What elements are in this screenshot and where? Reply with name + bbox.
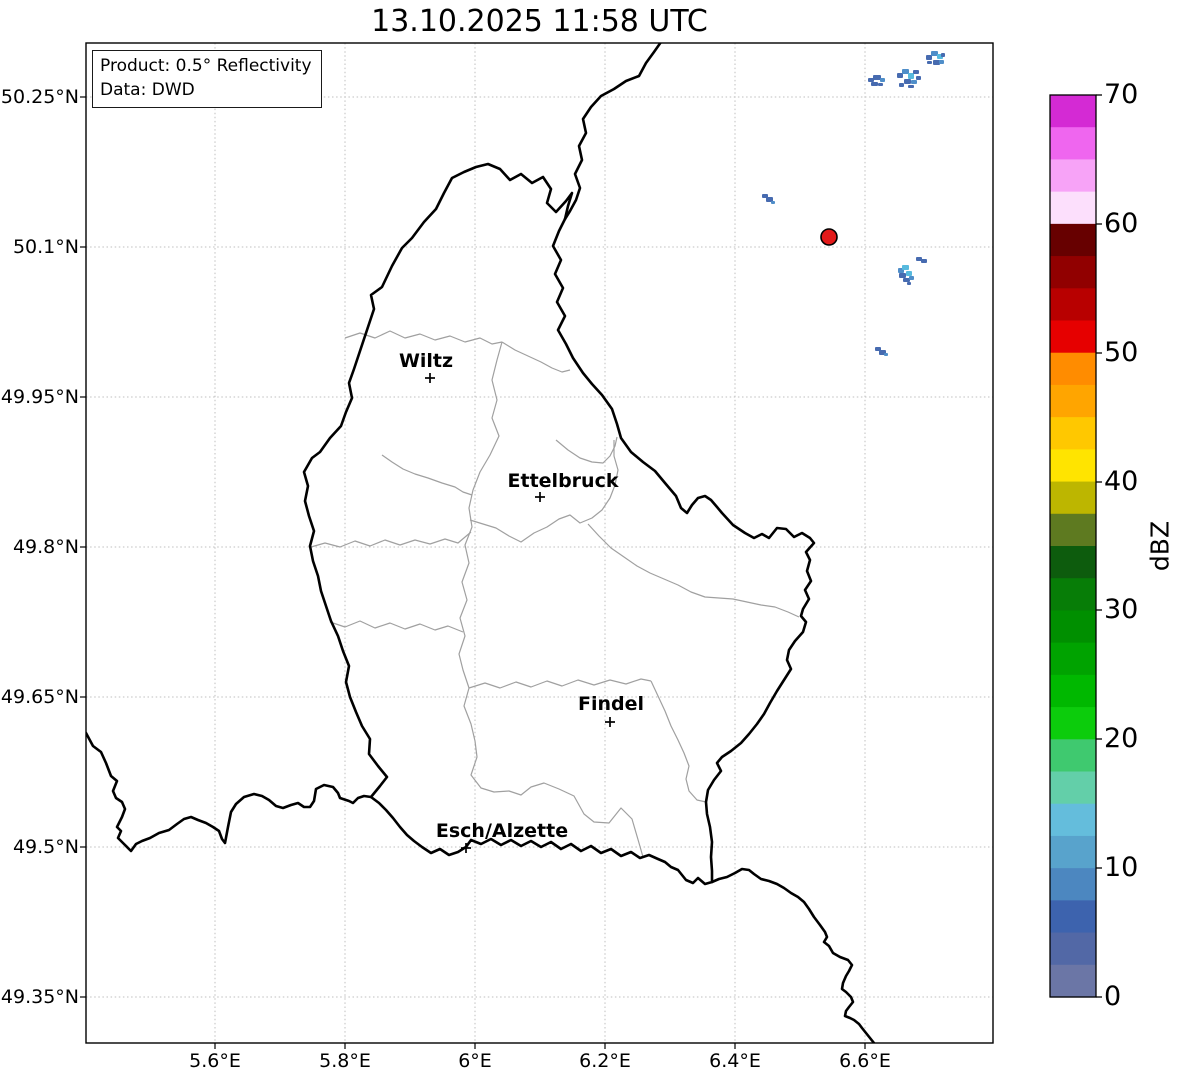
radar-echo (908, 85, 914, 88)
colorbar-segment (1050, 288, 1096, 322)
radar-echo (909, 276, 914, 280)
radar-echo (902, 69, 909, 74)
country-border (710, 867, 876, 1043)
colorbar-segment (1050, 707, 1096, 740)
radar-figure: 13.10.2025 11:58 UTC Product: 0.5° Refle… (0, 0, 1184, 1081)
colorbar-segment (1050, 159, 1096, 193)
figure-title: 13.10.2025 11:58 UTC (371, 4, 708, 39)
radar-echo (933, 60, 940, 65)
colorbar-segment (1050, 964, 1096, 998)
colorbar-unit-label: dBZ (1145, 520, 1175, 572)
radar-echo (906, 271, 912, 276)
canton-border (501, 341, 571, 373)
canton-border (468, 678, 652, 689)
colorbar-segment (1050, 256, 1096, 289)
radar-echo (884, 353, 888, 356)
radar-echo (897, 73, 903, 78)
colorbar-segment (1050, 513, 1096, 547)
colorbar-segment (1050, 191, 1096, 225)
radar-echo (907, 282, 911, 285)
plot-frame (85, 42, 994, 1044)
colorbar-segment (1050, 900, 1096, 934)
colorbar-segment (1050, 771, 1096, 805)
radar-echo (911, 80, 917, 84)
figure-canvas (80, 42, 1102, 1049)
colorbar-segment (1050, 835, 1096, 869)
colorbar-segment (1050, 95, 1096, 128)
red-marker (820, 228, 838, 246)
colorbar-segment (1050, 449, 1096, 483)
colorbar-segment (1050, 578, 1096, 612)
radar-echo (916, 76, 921, 80)
radar-echo (941, 53, 945, 57)
radar-echo (939, 60, 944, 64)
radar-echo (899, 83, 904, 87)
colorbar-segment (1050, 739, 1096, 773)
radar-echo (904, 79, 911, 84)
radar-echo (880, 78, 885, 82)
colorbar-segment (1050, 127, 1096, 161)
colorbar-segment (1050, 803, 1096, 837)
radar-echo (926, 55, 932, 60)
radar-echo (913, 70, 919, 74)
colorbar-segment (1050, 481, 1096, 515)
colorbar-segment (1050, 417, 1096, 450)
colorbar-segment (1050, 674, 1096, 708)
colorbar-segment (1050, 610, 1096, 644)
country-border-luxembourg (302, 162, 816, 886)
colorbar-segment (1050, 384, 1096, 418)
canton-border (650, 680, 707, 803)
info-product-line: Product: 0.5° Reflectivity (100, 56, 312, 76)
info-source-line: Data: DWD (100, 80, 195, 101)
colorbar-segment (1050, 223, 1096, 257)
radar-echo (921, 259, 927, 263)
radar-echo (908, 73, 914, 79)
canton-border (381, 454, 473, 496)
canton-border (469, 440, 619, 543)
country-border (86, 731, 373, 853)
radar-echo (902, 265, 909, 270)
colorbar-segment (1050, 932, 1096, 966)
info-box: Product: 0.5° Reflectivity Data: DWD (92, 50, 322, 109)
radar-echo (899, 273, 906, 278)
radar-echo (878, 83, 883, 86)
colorbar-segment (1050, 546, 1096, 579)
map-plot-area (86, 43, 993, 1043)
colorbar-segment (1050, 868, 1096, 901)
radar-echo (871, 82, 878, 86)
radar-echo (903, 278, 910, 282)
country-border (563, 43, 662, 221)
radar-echo (931, 51, 938, 56)
colorbar-segment (1050, 320, 1096, 354)
colorbar-segment (1050, 642, 1096, 676)
canton-border (555, 436, 618, 464)
canton-border (344, 330, 503, 345)
radar-echo (873, 75, 881, 80)
canton-border (310, 531, 472, 548)
colorbar-segment (1050, 352, 1096, 386)
radar-echo (927, 61, 932, 64)
canton-border (329, 620, 464, 633)
radar-echo (771, 201, 775, 204)
